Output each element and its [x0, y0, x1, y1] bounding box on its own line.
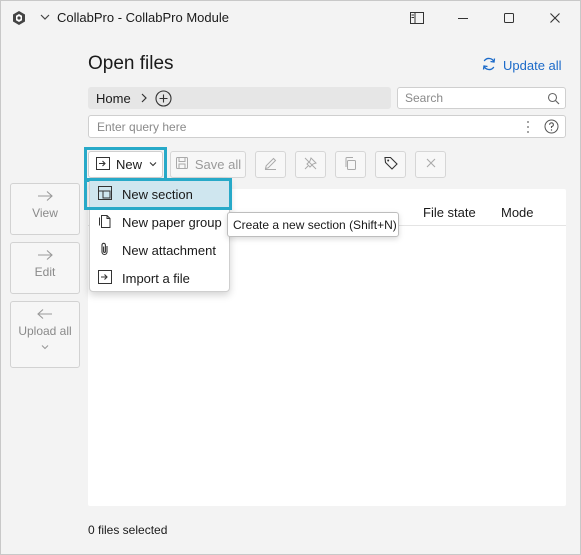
view-label: View	[32, 206, 58, 220]
page-title: Open files	[88, 53, 174, 74]
maximize-button[interactable]	[486, 1, 532, 34]
copy-button[interactable]	[335, 151, 366, 178]
unpin-button[interactable]	[295, 151, 326, 178]
refresh-icon	[481, 56, 503, 75]
paperclip-icon	[97, 241, 113, 260]
upload-all-label: Upload all	[18, 324, 72, 338]
app-logo-icon	[11, 10, 27, 26]
chevron-down-icon[interactable]	[11, 342, 79, 352]
more-options-icon[interactable]	[526, 120, 530, 137]
update-all-button[interactable]: Update all	[481, 56, 562, 75]
edit-label: Edit	[34, 265, 56, 279]
view-button[interactable]: View	[10, 183, 80, 235]
breadcrumb-home[interactable]: Home	[96, 91, 131, 106]
new-button-highlight	[84, 147, 167, 182]
menu-item-new-paper-group[interactable]: New paper group	[90, 208, 229, 236]
breadcrumb: Home	[88, 87, 391, 109]
save-all-label: Save all	[194, 157, 242, 172]
menu-item-label: New attachment	[122, 242, 216, 258]
snap-layout-button[interactable]	[394, 1, 440, 34]
paper-group-icon	[97, 213, 113, 232]
tooltip: Create a new section (Shift+N)	[227, 212, 399, 237]
title-bar: CollabPro - CollabPro Module	[1, 1, 580, 34]
query-input[interactable]	[89, 116, 509, 137]
column-header-file-state[interactable]: File state	[423, 205, 476, 220]
minimize-button[interactable]	[440, 1, 486, 34]
arrow-right-icon	[11, 190, 79, 202]
chevron-down-icon[interactable]	[39, 11, 51, 23]
app-window: CollabPro - CollabPro Module Open files …	[0, 0, 581, 555]
chevron-right-icon[interactable]	[139, 92, 149, 104]
help-icon[interactable]	[544, 119, 559, 137]
close-button[interactable]	[415, 151, 446, 178]
upload-all-button[interactable]: Upload all	[10, 301, 80, 368]
unpin-icon	[303, 156, 318, 174]
menu-item-label: New paper group	[122, 214, 222, 230]
save-icon	[175, 156, 189, 173]
save-all-button[interactable]: Save all	[170, 151, 246, 178]
search-box	[397, 87, 566, 109]
query-box	[88, 115, 566, 138]
tag-icon	[383, 155, 399, 174]
close-icon	[425, 157, 437, 172]
menu-item-new-attachment[interactable]: New attachment	[90, 236, 229, 264]
edit-rail-button[interactable]: Edit	[10, 242, 80, 294]
close-window-button[interactable]	[532, 1, 578, 34]
menu-item-highlight	[84, 178, 232, 210]
status-text: 0 files selected	[88, 523, 168, 537]
search-input[interactable]	[398, 88, 538, 108]
update-all-label: Update all	[503, 58, 562, 73]
search-icon[interactable]	[547, 92, 560, 108]
edit-icon	[263, 156, 278, 174]
window-title: CollabPro - CollabPro Module	[57, 10, 229, 25]
arrow-right-icon	[11, 249, 79, 261]
menu-item-import-file[interactable]: Import a file	[90, 264, 229, 292]
edit-button[interactable]	[255, 151, 286, 178]
add-circle-icon[interactable]	[155, 89, 172, 107]
copy-icon	[343, 156, 358, 174]
menu-item-label: Import a file	[122, 270, 190, 286]
import-icon	[97, 269, 113, 288]
column-header-mode[interactable]: Mode	[501, 205, 534, 220]
tag-button[interactable]	[375, 151, 406, 178]
arrow-left-icon	[11, 308, 79, 320]
